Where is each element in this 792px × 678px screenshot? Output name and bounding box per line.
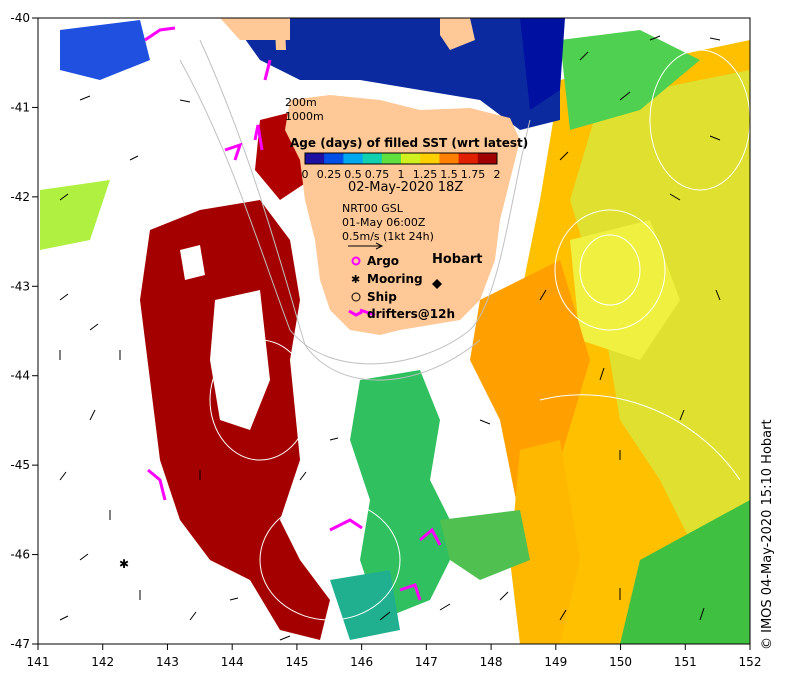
colorbar-swatch: [420, 153, 440, 164]
y-tick-label: -43: [10, 279, 30, 293]
colorbar-tick-label: 0: [302, 168, 309, 181]
mooring-symbol: ✱: [351, 273, 360, 286]
colorbar-swatch: [324, 153, 344, 164]
colorbar-swatch: [305, 153, 325, 164]
x-tick-label: 150: [609, 655, 632, 669]
colorbar-swatch: [401, 153, 421, 164]
colorbar-swatch: [343, 153, 364, 164]
isobath-label-200m: 200m: [285, 96, 317, 109]
colorbar-title: Age (days) of filled SST (wrt latest): [290, 136, 528, 150]
legend-label-ship: Ship: [367, 290, 397, 304]
vector-scale-label: 0.5m/s (1kt 24h): [342, 230, 434, 243]
y-tick-label: -47: [10, 637, 30, 651]
x-tick-label: 145: [285, 655, 308, 669]
colorbar-tick-label: 2: [494, 168, 501, 181]
x-tick-label: 143: [156, 655, 179, 669]
king-island: [275, 26, 286, 50]
current-source: NRT00 GSL: [342, 202, 404, 215]
x-tick-label: 141: [27, 655, 50, 669]
y-tick-label: -44: [10, 369, 30, 383]
colorbar-swatch: [439, 153, 460, 164]
x-tick-label: 151: [674, 655, 697, 669]
x-tick-label: 152: [739, 655, 762, 669]
x-axis-ticks: 141 142 143 144 145 146 147 148 149 150 151 152: [27, 644, 762, 669]
y-tick-label: -45: [10, 458, 30, 472]
y-tick-label: -41: [10, 100, 30, 114]
x-tick-label: 148: [480, 655, 503, 669]
y-tick-label: -42: [10, 190, 30, 204]
legend-label-drifters: drifters@12h: [367, 307, 455, 321]
x-tick-label: 149: [544, 655, 567, 669]
x-tick-label: 144: [221, 655, 244, 669]
y-tick-label: -40: [10, 11, 30, 25]
colorbar-swatch: [477, 153, 498, 164]
y-tick-label: -46: [10, 548, 30, 562]
credit-text: © IMOS 04-May-2020 15:10 Hobart: [760, 419, 775, 650]
colorbar-swatch: [381, 153, 402, 164]
legend-label-mooring: Mooring: [367, 272, 423, 286]
x-tick-label: 142: [91, 655, 114, 669]
sst-age-map: ✱ 141 142 143 144 145 146 147 148 149 150 151 152 -…: [10, 11, 762, 669]
legend-label-argo: Argo: [367, 254, 399, 268]
place-label-hobart: Hobart: [432, 252, 483, 267]
colorbar-swatch: [362, 153, 383, 164]
colorbar-swatch: [458, 153, 479, 164]
x-tick-label: 147: [415, 655, 438, 669]
y-axis-ticks: -40 -41 -42 -43 -44 -45 -46 -47: [10, 11, 38, 651]
current-time: 01-May 06:00Z: [342, 216, 426, 229]
x-tick-label: 146: [350, 655, 373, 669]
mooring-marker: ✱: [119, 557, 129, 571]
date-label: 02-May-2020 18Z: [348, 180, 463, 195]
colorbar: [304, 152, 498, 165]
isobath-label-1000m: 1000m: [285, 110, 324, 123]
colorbar-tick-label: 1.75: [461, 168, 486, 181]
colorbar-tick-label: 0.25: [317, 168, 342, 181]
